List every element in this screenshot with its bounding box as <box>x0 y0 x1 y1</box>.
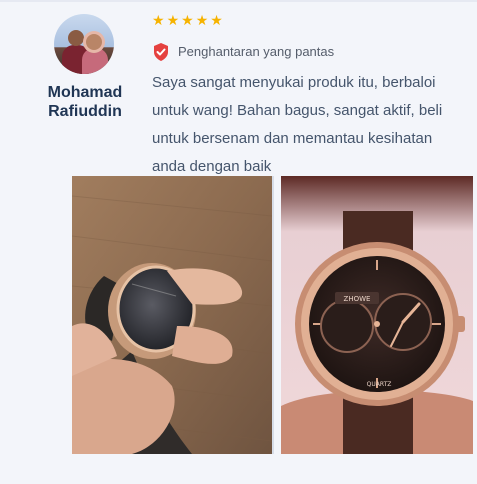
review-photo[interactable] <box>72 176 272 454</box>
star-rating: ★ ★ ★ ★ ★ <box>152 12 223 28</box>
avatar <box>54 14 114 74</box>
star-icon: ★ <box>152 12 165 28</box>
review-photo[interactable]: ZHOWE QUARTZ <box>281 176 473 454</box>
review-card: Mohamad Rafiuddin ★ ★ ★ ★ ★ Penghantaran… <box>0 0 477 484</box>
star-icon: ★ <box>181 12 194 28</box>
star-icon: ★ <box>195 12 209 28</box>
verified-shield-icon <box>154 43 168 61</box>
star-icon: ★ <box>166 12 180 28</box>
svg-text:ZHOWE: ZHOWE <box>344 295 371 303</box>
divider <box>0 0 477 2</box>
divider <box>272 176 274 454</box>
verified-label: Penghantaran yang pantas <box>178 44 335 59</box>
review-text: Saya sangat menyukai produk itu, berbalo… <box>152 74 443 175</box>
svg-text:QUARTZ: QUARTZ <box>367 381 392 388</box>
reviewer-name: Mohamad Rafiuddin <box>47 84 123 120</box>
watch-photo-front: ZHOWE QUARTZ <box>281 176 473 454</box>
star-icon: ★ <box>210 12 223 28</box>
watch-photo-side <box>72 176 272 454</box>
